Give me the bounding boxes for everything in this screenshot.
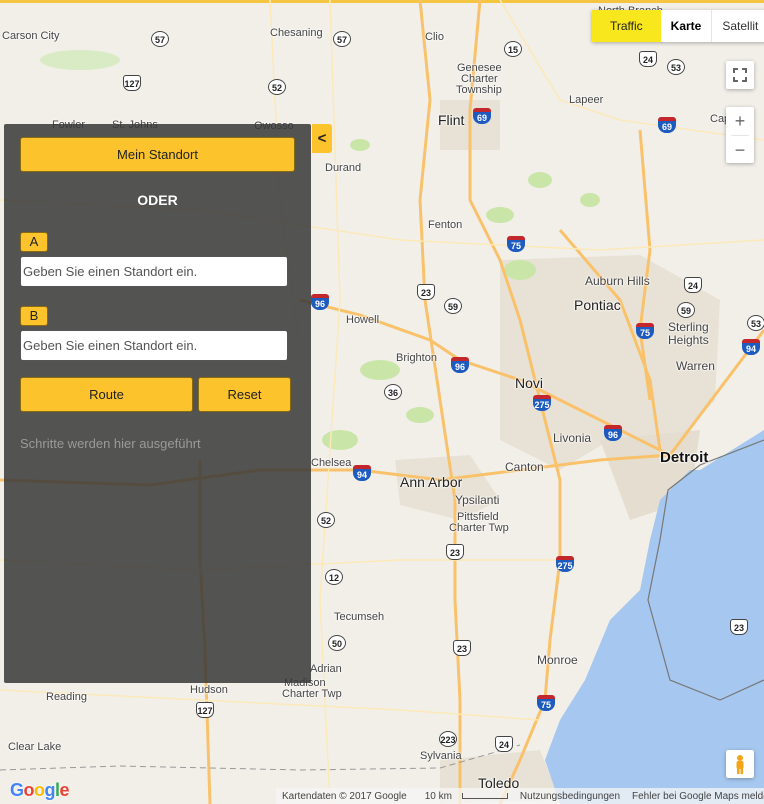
road-shield: 50 (328, 635, 346, 651)
reset-button[interactable]: Reset (198, 377, 291, 412)
route-button[interactable]: Route (20, 377, 193, 412)
map-attribution: Kartendaten © 2017 Google (282, 790, 407, 802)
road-shield: 36 (384, 384, 402, 400)
place-label: Chesaning (270, 27, 323, 39)
road-shield: 23 (446, 544, 464, 560)
road-shield: 94 (353, 465, 371, 481)
road-shield: 75 (507, 236, 525, 252)
directions-steps-text: Schritte werden hier ausgeführt (20, 436, 201, 451)
place-label: Ypsilanti (455, 493, 500, 507)
map-view-button[interactable]: Karte (660, 10, 712, 42)
road-shield: 24 (495, 736, 513, 752)
place-label: Hudson (190, 684, 228, 696)
place-label: Clear Lake (8, 741, 62, 753)
pegman-icon (736, 755, 744, 774)
road-shield: 69 (658, 117, 676, 133)
directions-panel: Mein Standort ODER A B Route Reset Schri… (4, 124, 311, 683)
place-label: Tecumseh (334, 611, 385, 623)
place-label: Ann Arbor (400, 474, 463, 490)
my-location-button[interactable]: Mein Standort (20, 137, 295, 172)
place-label: Fenton (428, 219, 463, 231)
place-label: Heights (668, 333, 709, 347)
place-label: Charter Twp (282, 688, 342, 700)
google-logo[interactable]: Google (10, 780, 70, 801)
road-shield: 96 (604, 425, 622, 441)
road-shield: 69 (473, 108, 491, 124)
road-shield: 12 (325, 569, 343, 585)
road-shield: 57 (151, 31, 169, 47)
road-shield: 96 (451, 357, 469, 373)
place-label: Livonia (553, 431, 592, 445)
place-label: Sylvania (420, 750, 462, 762)
road-shield: 23 (417, 284, 435, 300)
road-shield: 52 (317, 512, 335, 528)
place-label: Howell (346, 314, 380, 326)
place-label: Pontiac (574, 297, 621, 313)
place-label: Monroe (537, 653, 578, 667)
map-footer: Kartendaten © 2017 Google 10 km Nutzungs… (276, 788, 764, 804)
collapse-panel-button[interactable]: < (312, 124, 332, 153)
place-label: Township (456, 84, 502, 96)
origin-input[interactable] (20, 256, 288, 287)
point-b-tag: B (20, 306, 48, 326)
fullscreen-button[interactable] (726, 61, 754, 89)
report-error-link[interactable]: Fehler bei Google Maps melden (626, 791, 764, 802)
scale-bar (461, 792, 508, 799)
road-shield: 96 (311, 294, 329, 310)
road-shield: 23 (453, 640, 471, 656)
satellite-view-button[interactable]: Satellit (711, 10, 764, 42)
road-shield: 15 (504, 41, 522, 57)
place-label: Brighton (396, 352, 437, 364)
place-label: Canton (505, 460, 544, 474)
road-shield: 75 (636, 323, 654, 339)
zoom-in-button[interactable]: + (726, 107, 754, 135)
place-label: Detroit (660, 449, 709, 466)
place-label: Sterling (668, 320, 709, 334)
place-label: Durand (325, 162, 362, 174)
road-shield: 53 (747, 315, 764, 331)
road-shield: 52 (268, 79, 286, 95)
road-shield: 275 (533, 395, 551, 411)
place-label: Warren (676, 359, 715, 373)
street-view-pegman[interactable] (726, 750, 754, 778)
place-label: Carson City (2, 30, 60, 42)
road-shield: 24 (684, 277, 702, 293)
traffic-button[interactable]: Traffic (592, 10, 661, 42)
scale-label: 10 km (424, 790, 452, 802)
point-a-tag: A (20, 232, 48, 252)
road-shield: 127 (123, 75, 141, 91)
place-label: Chelsea (311, 457, 352, 469)
road-shield: 275 (556, 556, 574, 572)
scale-indicator[interactable]: 10 km (413, 791, 514, 802)
road-shield: 223 (439, 731, 457, 747)
terms-link[interactable]: Nutzungsbedingungen (514, 791, 626, 802)
zoom-out-button[interactable]: − (726, 136, 754, 164)
road-shield: 127 (196, 702, 214, 718)
place-label: Lapeer (569, 94, 604, 106)
place-label: Flint (438, 112, 465, 128)
place-label: Reading (46, 691, 87, 703)
zoom-control: + − (726, 107, 754, 163)
road-shield: 59 (677, 302, 695, 318)
road-shield: 53 (667, 59, 685, 75)
place-label: Auburn Hills (585, 274, 650, 288)
destination-input[interactable] (20, 330, 288, 361)
place-label: Adrian (310, 663, 342, 675)
place-label: Novi (515, 375, 544, 391)
fullscreen-icon (733, 68, 747, 82)
road-shield: 23 (730, 619, 748, 635)
map-type-control: Traffic Karte Satellit (592, 10, 764, 42)
road-shield: 59 (444, 298, 462, 314)
road-shield: 75 (537, 695, 555, 711)
road-shield: 94 (742, 339, 760, 355)
road-shield: 24 (639, 51, 657, 67)
place-label: Charter Twp (449, 522, 509, 534)
road-shield: 57 (333, 31, 351, 47)
place-label: Clio (425, 31, 444, 43)
or-separator: ODER (137, 192, 178, 208)
